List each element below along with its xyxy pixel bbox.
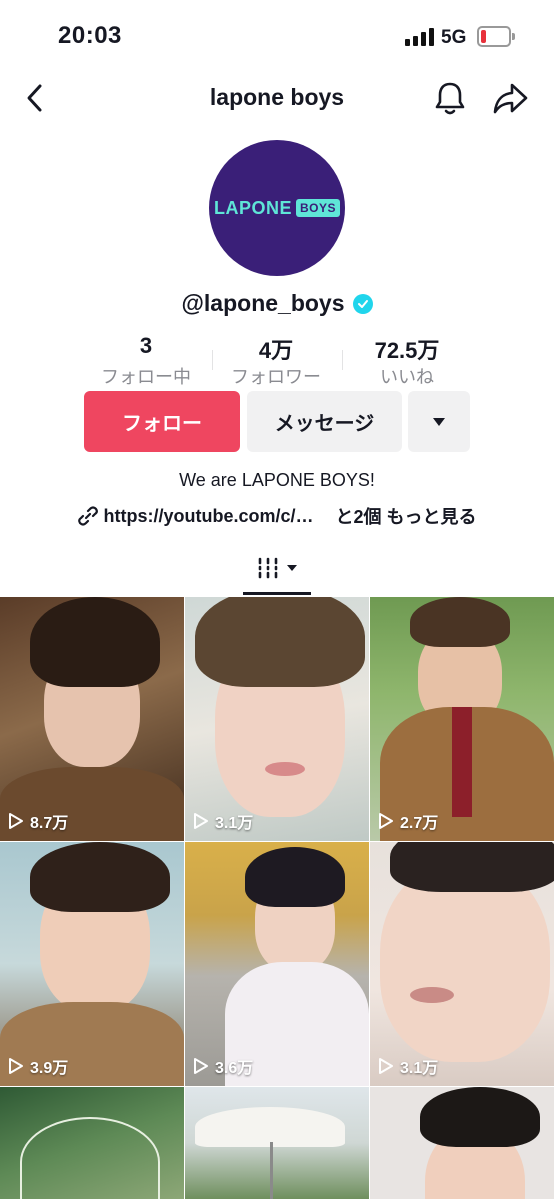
page-title: lapone boys: [209, 84, 345, 110]
more-links-button[interactable]: と2個 もっと見る: [336, 503, 477, 529]
video-thumbnail[interactable]: 3.6万: [185, 842, 369, 1086]
stat-likes[interactable]: 72.5万 いいね: [357, 333, 457, 389]
video-thumbnail[interactable]: [0, 1087, 184, 1199]
video-thumbnail[interactable]: 3.9万: [0, 842, 184, 1086]
video-play-count: 3.6万: [193, 1054, 253, 1078]
status-time: 20:03: [58, 22, 122, 49]
video-thumbnail[interactable]: 3.1万: [370, 842, 554, 1086]
bell-icon: [435, 82, 465, 115]
followers-count: 4万: [258, 338, 294, 363]
lapone-boys-logo: LAPONE BOYS: [214, 198, 341, 219]
username: @lapone_boys: [181, 290, 345, 316]
stat-following[interactable]: 3 フォロー中: [96, 333, 196, 389]
stat-divider: [212, 350, 213, 370]
link-icon: [78, 506, 99, 526]
video-thumbnail[interactable]: [185, 1087, 369, 1199]
play-icon: [9, 1058, 23, 1074]
video-thumbnail[interactable]: 3.1万: [185, 597, 369, 841]
play-icon: [379, 813, 393, 829]
stat-followers[interactable]: 4万 フォロワー: [226, 333, 326, 389]
notification-button[interactable]: [430, 78, 470, 118]
video-play-count: 3.1万: [378, 1054, 438, 1078]
status-bar: 20:03 5G: [0, 0, 554, 70]
verified-badge-icon: [352, 293, 373, 314]
follow-button[interactable]: フォロー: [84, 391, 240, 452]
play-icon: [9, 813, 23, 829]
followers-label: フォロワー: [231, 367, 321, 387]
video-play-count: 2.7万: [378, 809, 438, 833]
caret-down-icon: [287, 565, 297, 571]
grid-columns-icon: [258, 557, 278, 579]
network-type: 5G: [441, 27, 467, 48]
video-play-count: 3.9万: [8, 1054, 68, 1078]
caret-down-icon: [433, 417, 445, 426]
bio-text: We are LAPONE BOYS!: [179, 470, 375, 490]
share-button[interactable]: [490, 78, 532, 118]
battery-icon: [477, 26, 515, 47]
bio-links: https://youtube.com/c/… と2個 もっと見る: [0, 503, 554, 529]
tab-underline: [243, 592, 311, 595]
video-thumbnail[interactable]: 2.7万: [370, 597, 554, 841]
message-button[interactable]: メッセージ: [247, 391, 402, 452]
play-icon: [194, 813, 208, 829]
video-play-count: 3.1万: [193, 809, 253, 833]
likes-count: 72.5万: [374, 338, 440, 363]
following-label: フォロー中: [101, 367, 191, 387]
play-icon: [379, 1058, 393, 1074]
signal-icon: [405, 28, 435, 46]
share-arrow-icon: [493, 83, 528, 114]
tab-videos[interactable]: [243, 552, 311, 596]
more-options-button[interactable]: [408, 391, 470, 452]
play-icon: [194, 1058, 208, 1074]
following-count: 3: [139, 333, 153, 358]
video-play-count: 8.7万: [8, 809, 68, 833]
username-row: @lapone_boys: [0, 290, 554, 317]
video-thumbnail[interactable]: 8.7万: [0, 597, 184, 841]
stat-divider: [342, 350, 343, 370]
likes-label: いいね: [380, 367, 434, 387]
bio-link[interactable]: https://youtube.com/c/…: [103, 506, 313, 527]
video-thumbnail[interactable]: [370, 1087, 554, 1199]
profile-avatar: LAPONE BOYS: [209, 140, 345, 276]
